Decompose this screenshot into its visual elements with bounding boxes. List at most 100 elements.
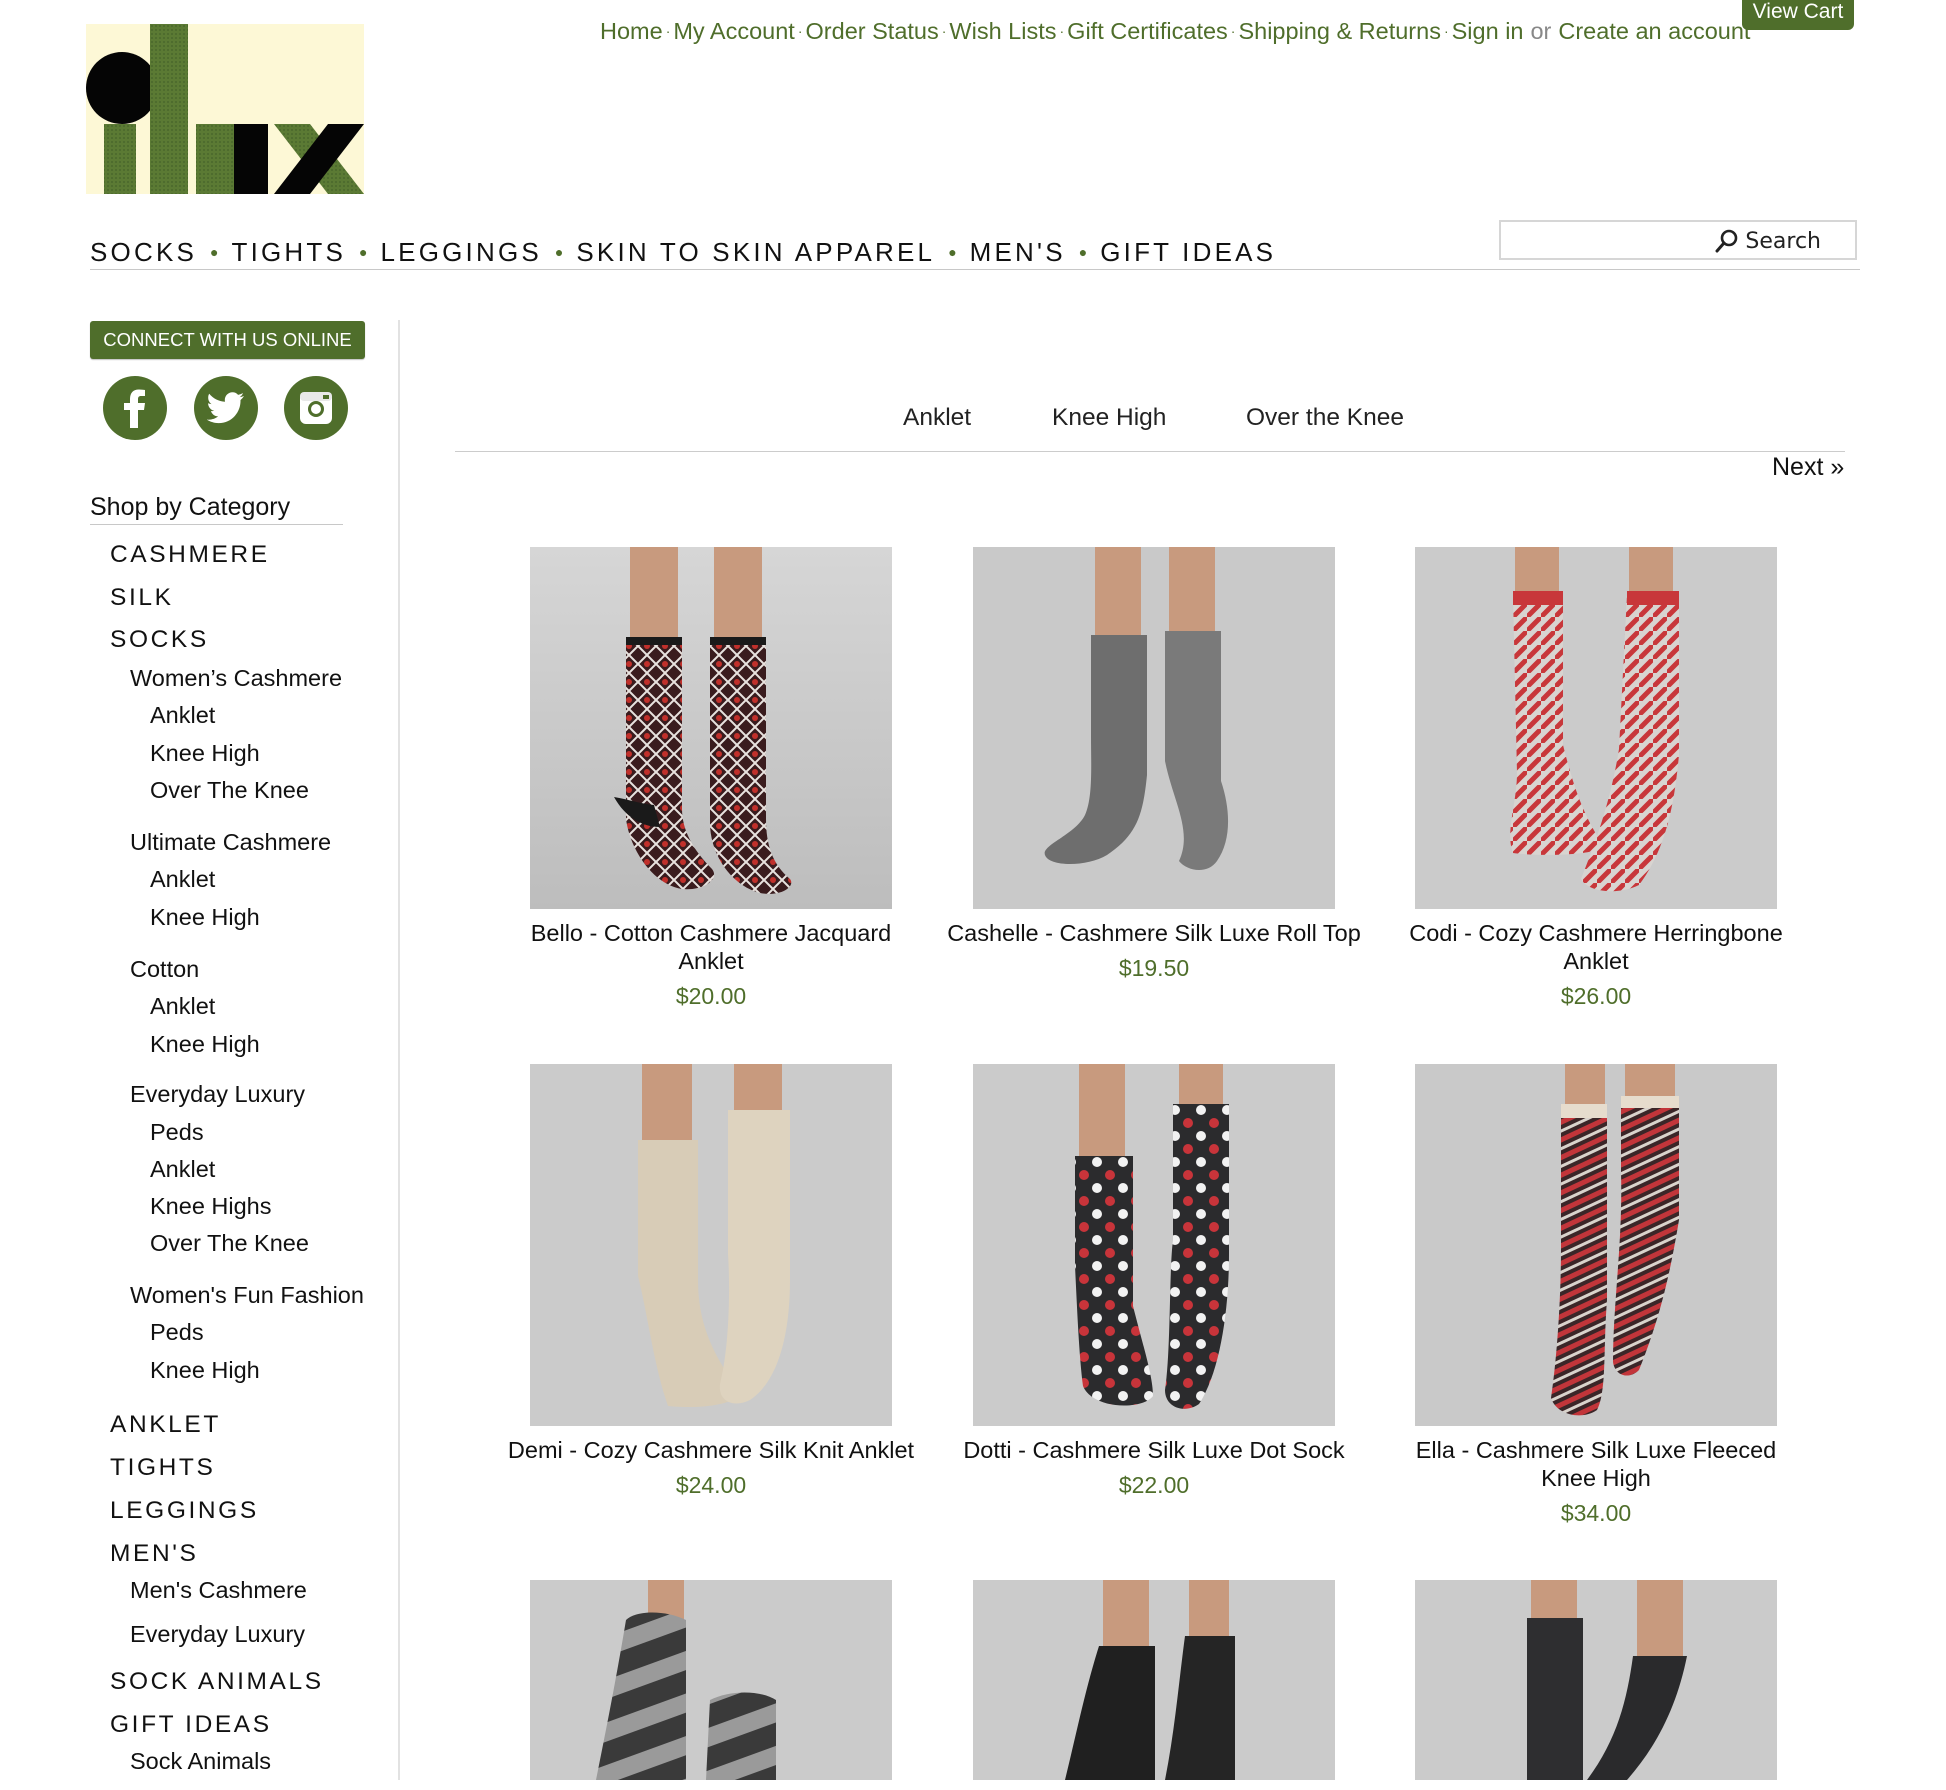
wish-lists-link[interactable]: Wish Lists xyxy=(949,18,1056,45)
nav-tights[interactable]: TIGHTS xyxy=(232,237,347,268)
product-image[interactable] xyxy=(1415,1580,1777,1780)
shipping-returns-link[interactable]: Shipping & Returns xyxy=(1238,18,1440,45)
product-image[interactable] xyxy=(530,547,892,909)
order-status-link[interactable]: Order Status xyxy=(806,18,939,45)
separator-dot: · xyxy=(797,23,803,39)
twitter-icon xyxy=(207,392,244,424)
product-image[interactable] xyxy=(973,547,1335,909)
category-mens-everyday-luxury[interactable]: Everyday Luxury xyxy=(130,1621,305,1648)
product-name[interactable]: Demi - Cozy Cashmere Silk Knit Anklet xyxy=(501,1436,921,1464)
product-card xyxy=(501,1580,921,1790)
nav-leggings[interactable]: LEGGINGS xyxy=(381,237,542,268)
separator-dot: · xyxy=(665,23,671,39)
product-card: Ella - Cashmere Silk Luxe Fleeced Knee H… xyxy=(1386,1064,1806,1527)
product-price: $19.50 xyxy=(1118,955,1190,981)
site-logo[interactable] xyxy=(86,24,364,194)
nav-separator: ● xyxy=(210,244,219,260)
product-card: Codi - Cozy Cashmere Herringbone Anklet … xyxy=(1386,547,1806,1010)
main-nav: SOCKS ● TIGHTS ● LEGGINGS ● SKIN TO SKIN… xyxy=(90,232,1276,272)
category-everyday-luxury-over-the-knee[interactable]: Over The Knee xyxy=(150,1230,309,1257)
product-image[interactable] xyxy=(973,1064,1335,1426)
category-tights[interactable]: TIGHTS xyxy=(110,1454,215,1482)
filter-tab-knee-high[interactable]: Knee High xyxy=(1052,404,1166,432)
category-everyday-luxury-peds[interactable]: Peds xyxy=(150,1119,204,1146)
my-account-link[interactable]: My Account xyxy=(673,18,794,45)
search-button-label: Search xyxy=(1745,228,1821,254)
category-divider xyxy=(90,524,343,525)
category-ultimate-cashmere[interactable]: Ultimate Cashmere xyxy=(130,829,331,856)
facebook-link[interactable] xyxy=(103,376,167,440)
product-image[interactable] xyxy=(1415,1064,1777,1426)
instagram-link[interactable] xyxy=(284,376,348,440)
category-fun-fashion-peds[interactable]: Peds xyxy=(150,1319,204,1346)
category-cotton-anklet[interactable]: Anklet xyxy=(150,993,215,1020)
search-box: Search xyxy=(1499,220,1857,260)
category-ultimate-cashmere-knee-high[interactable]: Knee High xyxy=(150,904,260,931)
nav-mens[interactable]: MEN'S xyxy=(970,237,1066,268)
category-fun-fashion-knee-high[interactable]: Knee High xyxy=(150,1357,260,1384)
gift-certificates-link[interactable]: Gift Certificates xyxy=(1067,18,1228,45)
product-name[interactable]: Bello - Cotton Cashmere Jacquard Anklet xyxy=(501,919,921,975)
product-card: Dotti - Cashmere Silk Luxe Dot Sock $22.… xyxy=(944,1064,1364,1499)
nav-skin-to-skin-apparel[interactable]: SKIN TO SKIN APPAREL xyxy=(576,237,935,268)
category-womens-cashmere[interactable]: Women’s Cashmere xyxy=(130,665,342,692)
search-button[interactable]: Search xyxy=(1715,226,1821,256)
category-sock-animals[interactable]: SOCK ANIMALS xyxy=(110,1668,324,1696)
product-card: Cashelle - Cashmere Silk Luxe Roll Top $… xyxy=(944,547,1364,982)
category-socks[interactable]: SOCKS xyxy=(110,626,209,654)
product-image[interactable] xyxy=(530,1064,892,1426)
category-womens-cashmere-over-the-knee[interactable]: Over The Knee xyxy=(150,777,309,804)
category-womens-cashmere-knee-high[interactable]: Knee High xyxy=(150,740,260,767)
category-leggings[interactable]: LEGGINGS xyxy=(110,1497,259,1525)
product-price: $26.00 xyxy=(1560,983,1632,1009)
nav-socks[interactable]: SOCKS xyxy=(90,237,197,268)
connect-online-button[interactable]: CONNECT WITH US ONLINE xyxy=(90,321,365,359)
category-everyday-luxury-knee-highs[interactable]: Knee Highs xyxy=(150,1193,272,1220)
product-image[interactable] xyxy=(973,1580,1335,1780)
separator-dot: · xyxy=(1443,23,1449,39)
shop-by-category-heading: Shop by Category xyxy=(90,493,291,521)
product-image[interactable] xyxy=(1415,547,1777,909)
category-everyday-luxury-anklet[interactable]: Anklet xyxy=(150,1156,215,1183)
product-name[interactable]: Cashelle - Cashmere Silk Luxe Roll Top xyxy=(944,919,1364,947)
filter-tab-anklet[interactable]: Anklet xyxy=(903,404,971,432)
category-womens-cashmere-anklet[interactable]: Anklet xyxy=(150,702,215,729)
create-account-link[interactable]: Create an account xyxy=(1558,18,1750,45)
category-silk[interactable]: SILK xyxy=(110,584,174,612)
nav-divider xyxy=(90,269,1860,270)
sign-in-link[interactable]: Sign in xyxy=(1452,18,1524,45)
product-name[interactable]: Codi - Cozy Cashmere Herringbone Anklet xyxy=(1386,919,1806,975)
product-card xyxy=(944,1580,1364,1790)
content-divider xyxy=(455,451,1845,452)
instagram-icon xyxy=(300,392,332,424)
category-ultimate-cashmere-anklet[interactable]: Anklet xyxy=(150,866,215,893)
category-cotton[interactable]: Cotton xyxy=(130,956,199,983)
product-name[interactable]: Ella - Cashmere Silk Luxe Fleeced Knee H… xyxy=(1386,1436,1806,1492)
category-anklet[interactable]: ANKLET xyxy=(110,1411,221,1439)
home-link[interactable]: Home xyxy=(600,18,663,45)
separator-dot: · xyxy=(1059,23,1065,39)
nav-separator: ● xyxy=(1078,244,1088,260)
category-cotton-knee-high[interactable]: Knee High xyxy=(150,1031,260,1058)
separator-dot: · xyxy=(1230,23,1236,39)
product-image[interactable] xyxy=(530,1580,892,1780)
next-page-link[interactable]: Next » xyxy=(1772,453,1844,482)
category-mens-cashmere[interactable]: Men's Cashmere xyxy=(130,1577,307,1604)
category-everyday-luxury[interactable]: Everyday Luxury xyxy=(130,1081,305,1108)
category-womens-fun-fashion[interactable]: Women's Fun Fashion xyxy=(130,1282,364,1309)
product-price: $22.00 xyxy=(1118,1472,1190,1498)
product-price: $24.00 xyxy=(675,1472,747,1498)
category-cashmere[interactable]: CASHMERE xyxy=(110,541,270,569)
category-gift-sock-animals[interactable]: Sock Animals xyxy=(130,1748,271,1775)
nav-gift-ideas[interactable]: GIFT IDEAS xyxy=(1100,237,1276,268)
nav-separator: ● xyxy=(554,244,564,260)
search-input[interactable] xyxy=(1509,222,1713,260)
product-price: $20.00 xyxy=(675,983,747,1009)
twitter-link[interactable] xyxy=(194,376,258,440)
product-name[interactable]: Dotti - Cashmere Silk Luxe Dot Sock xyxy=(944,1436,1364,1464)
filter-tab-over-the-knee[interactable]: Over the Knee xyxy=(1246,404,1404,432)
category-gift-ideas[interactable]: GIFT IDEAS xyxy=(110,1711,272,1739)
view-cart-button[interactable]: View Cart xyxy=(1742,0,1854,30)
category-mens[interactable]: MEN'S xyxy=(110,1540,198,1568)
nav-separator: ● xyxy=(948,244,957,260)
